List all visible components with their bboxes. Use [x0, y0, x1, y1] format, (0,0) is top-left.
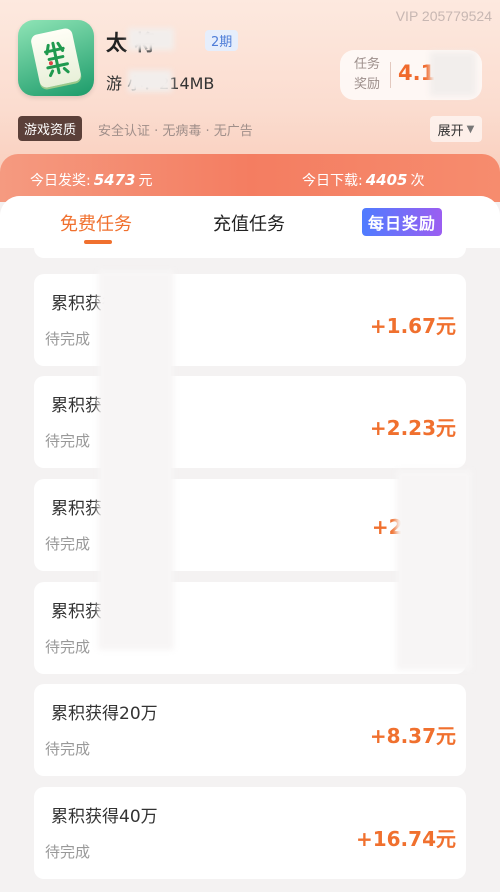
task-reward-label-line1: 任务: [354, 57, 381, 72]
blur-mask: [128, 28, 174, 50]
blur-mask: [430, 52, 476, 96]
today-paid: 今日发奖: 5473 元: [30, 170, 152, 190]
vip-id: VIP 205779524: [395, 8, 492, 24]
today-paid-value: 5473: [93, 171, 136, 189]
tab-free-label: 免费任务: [60, 214, 132, 235]
task-reward: +1.67元: [369, 314, 456, 338]
task-status: 待完成: [45, 330, 91, 348]
task-reward-label-line2: 奖励: [354, 77, 381, 92]
tab-recharge-tasks[interactable]: 充值任务: [213, 210, 285, 236]
qualification-text: 安全认证 · 无病毒 · 无广告: [98, 124, 253, 139]
today-paid-unit: 元: [138, 173, 153, 189]
task-status: 待完成: [45, 535, 91, 553]
expand-label: 展开: [437, 123, 464, 139]
blur-mask: [98, 270, 174, 650]
tab-free-tasks[interactable]: 免费任务: [60, 210, 132, 244]
blur-mask: [128, 70, 172, 92]
task-status: 待完成: [45, 432, 91, 450]
today-download-value: 4405: [365, 171, 408, 189]
blur-mask: [396, 470, 472, 670]
task-status: 待完成: [45, 843, 91, 861]
expand-button[interactable]: 展开 ▼: [430, 116, 482, 142]
task-tabs: 免费任务 充值任务 每日奖励: [0, 196, 500, 248]
mahjong-tile-icon[interactable]: [18, 20, 94, 96]
task-status: 待完成: [45, 740, 91, 758]
task-reward: +8.37元: [369, 724, 456, 748]
today-download-unit: 次: [410, 173, 425, 189]
task-reward-label: 任务 奖励: [354, 55, 382, 95]
divider: [390, 62, 391, 88]
task-card[interactable]: 累积获得20万 待完成 +8.37元: [34, 684, 466, 776]
tab-active-indicator: [84, 240, 112, 244]
qualification-row: 游戏资质 安全认证 · 无病毒 · 无广告 展开 ▼: [18, 116, 482, 142]
qualification-tag: 游戏资质: [18, 116, 83, 141]
today-paid-label: 今日发奖:: [30, 173, 91, 189]
task-status: 待完成: [45, 638, 91, 656]
today-download-label: 今日下载:: [302, 173, 363, 189]
task-reward: +16.74元: [355, 827, 456, 851]
period-badge: 2期: [205, 30, 239, 51]
triangle-down-icon: ▼: [466, 123, 475, 135]
today-download: 今日下载: 4405 次: [302, 170, 424, 190]
task-reward: +2.23元: [369, 416, 456, 440]
task-card[interactable]: 累积获得40万 待完成 +16.74元: [34, 787, 466, 879]
stats-bar: 今日发奖: 5473 元 今日下载: 4405 次: [0, 154, 500, 202]
list-item: [34, 248, 466, 258]
task-title: 累积获得20万: [51, 704, 158, 724]
tab-daily-rewards[interactable]: 每日奖励: [362, 208, 443, 236]
task-title: 累积获得40万: [51, 807, 158, 827]
